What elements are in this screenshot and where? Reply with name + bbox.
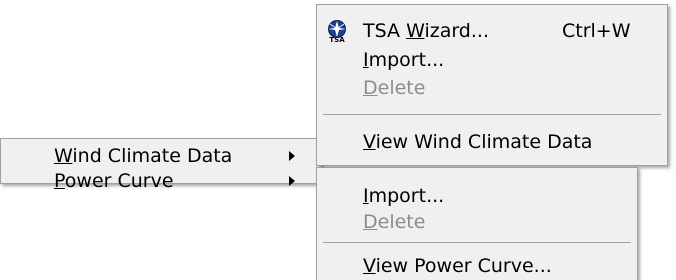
shortcut-label: Ctrl+W (562, 20, 631, 42)
menu-item-label: Import... (363, 49, 445, 71)
menu-separator (323, 114, 661, 115)
menu-item-import[interactable]: Import... (317, 45, 667, 75)
menu-item-label: Delete (363, 211, 426, 233)
menu-item-label: TSA Wizard... (363, 20, 489, 42)
wind-climate-data-submenu: TSA TSA Wizard... Ctrl+W Import... Delet… (316, 4, 668, 166)
menu-item-view-power-curve[interactable]: View Power Curve... (317, 251, 637, 280)
submenu-arrow-icon (289, 176, 295, 186)
menu-item-power-curve[interactable]: Power Curve (1, 166, 321, 196)
menu-item-label: Power Curve (54, 170, 174, 192)
menu-separator (323, 242, 631, 243)
main-context-menu: Wind Climate Data Power Curve (0, 138, 322, 192)
svg-text:TSA: TSA (329, 36, 345, 43)
menu-item-label: View Wind Climate Data (363, 131, 593, 153)
menu-item-delete: Delete (317, 207, 637, 237)
menu-item-delete: Delete (317, 73, 667, 103)
tsa-wizard-icon: TSA (328, 20, 346, 43)
menu-item-tsa-wizard[interactable]: TSA TSA Wizard... Ctrl+W (317, 16, 667, 46)
submenu-arrow-icon (289, 151, 295, 161)
power-curve-submenu: Import... Delete View Power Curve... (316, 167, 638, 280)
menu-item-view-wind-climate-data[interactable]: View Wind Climate Data (317, 127, 667, 157)
menu-item-label: Delete (363, 77, 426, 99)
menu-item-label: View Power Curve... (363, 255, 552, 277)
